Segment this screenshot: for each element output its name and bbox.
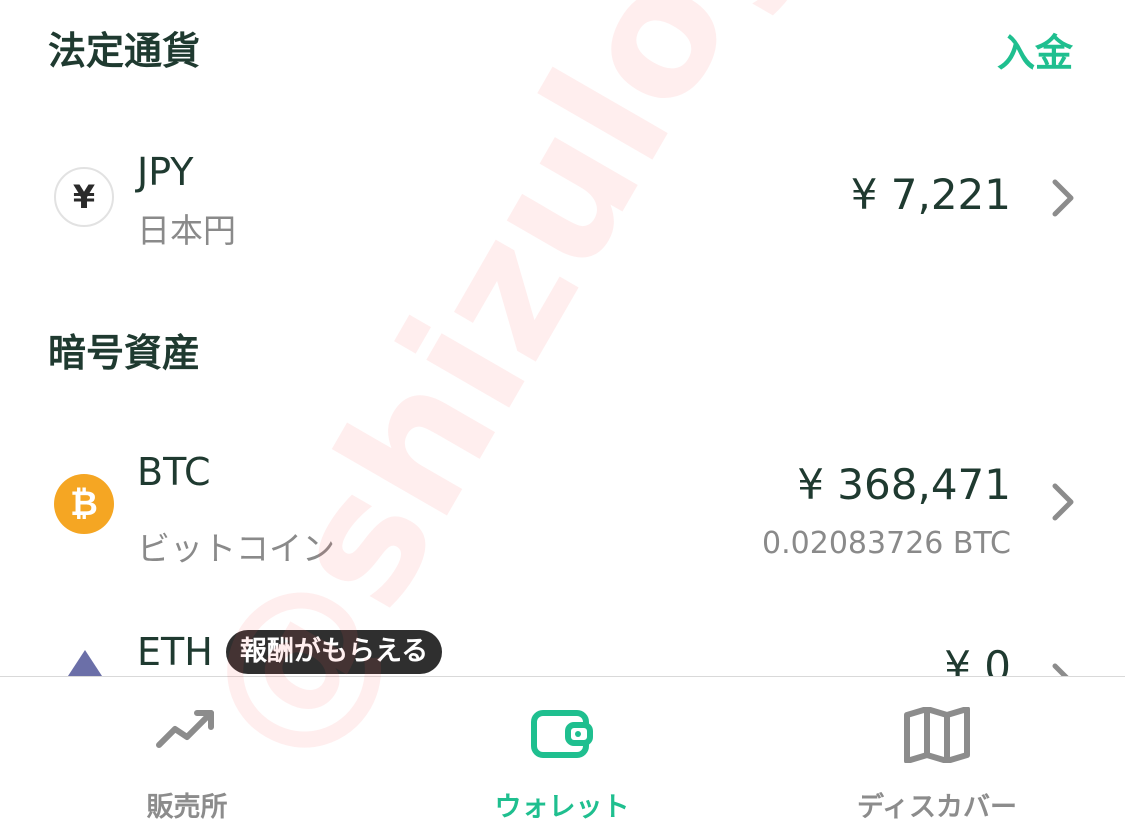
reward-badge: 報酬がもらえる (226, 630, 443, 674)
trend-chart-icon (156, 710, 214, 748)
asset-name: 日本円 (137, 211, 236, 250)
tab-label: ウォレット (494, 792, 630, 823)
chevron-right-icon (1052, 179, 1074, 217)
tab-exchange[interactable]: 販売所 (37, 677, 337, 825)
bitcoin-icon: ₿ (54, 474, 114, 534)
ethereum-icon (68, 650, 102, 676)
asset-amount: ¥ 368,471 (797, 460, 1011, 509)
deposit-button[interactable]: 入金 (997, 22, 1073, 77)
fiat-section-title: 法定通貨 (48, 29, 201, 73)
tab-label: 販売所 (146, 792, 228, 823)
asset-amount: ¥ 0 (944, 642, 1011, 676)
tab-discover[interactable]: ディスカバー (787, 677, 1087, 825)
asset-row-jpy[interactable]: ¥ JPY 日本円 ¥ 7,221 (0, 140, 1125, 260)
asset-symbol: JPY (137, 150, 194, 194)
asset-name: ビットコイン (137, 529, 335, 568)
asset-row-eth[interactable]: ETH 報酬がもらえる ¥ 0 (0, 628, 1125, 676)
chevron-right-icon (1052, 483, 1074, 521)
crypto-section-title: 暗号資産 (48, 331, 201, 375)
wallet-icon (531, 710, 593, 758)
map-icon (904, 707, 970, 763)
tab-label: ディスカバー (856, 792, 1018, 823)
asset-symbol: BTC (137, 450, 211, 494)
chevron-right-icon (1052, 663, 1069, 676)
asset-amount: ¥ 7,221 (850, 170, 1011, 219)
tab-wallet[interactable]: ウォレット (412, 677, 712, 825)
asset-symbol: ETH (137, 630, 213, 674)
asset-sub-amount: 0.02083726 BTC (762, 526, 1011, 561)
yen-icon: ¥ (54, 167, 114, 227)
bottom-tab-bar: 販売所 ウォレット ディスカバー (0, 676, 1125, 825)
asset-row-btc[interactable]: ₿ BTC ビットコイン ¥ 368,471 0.02083726 BTC (0, 440, 1125, 580)
